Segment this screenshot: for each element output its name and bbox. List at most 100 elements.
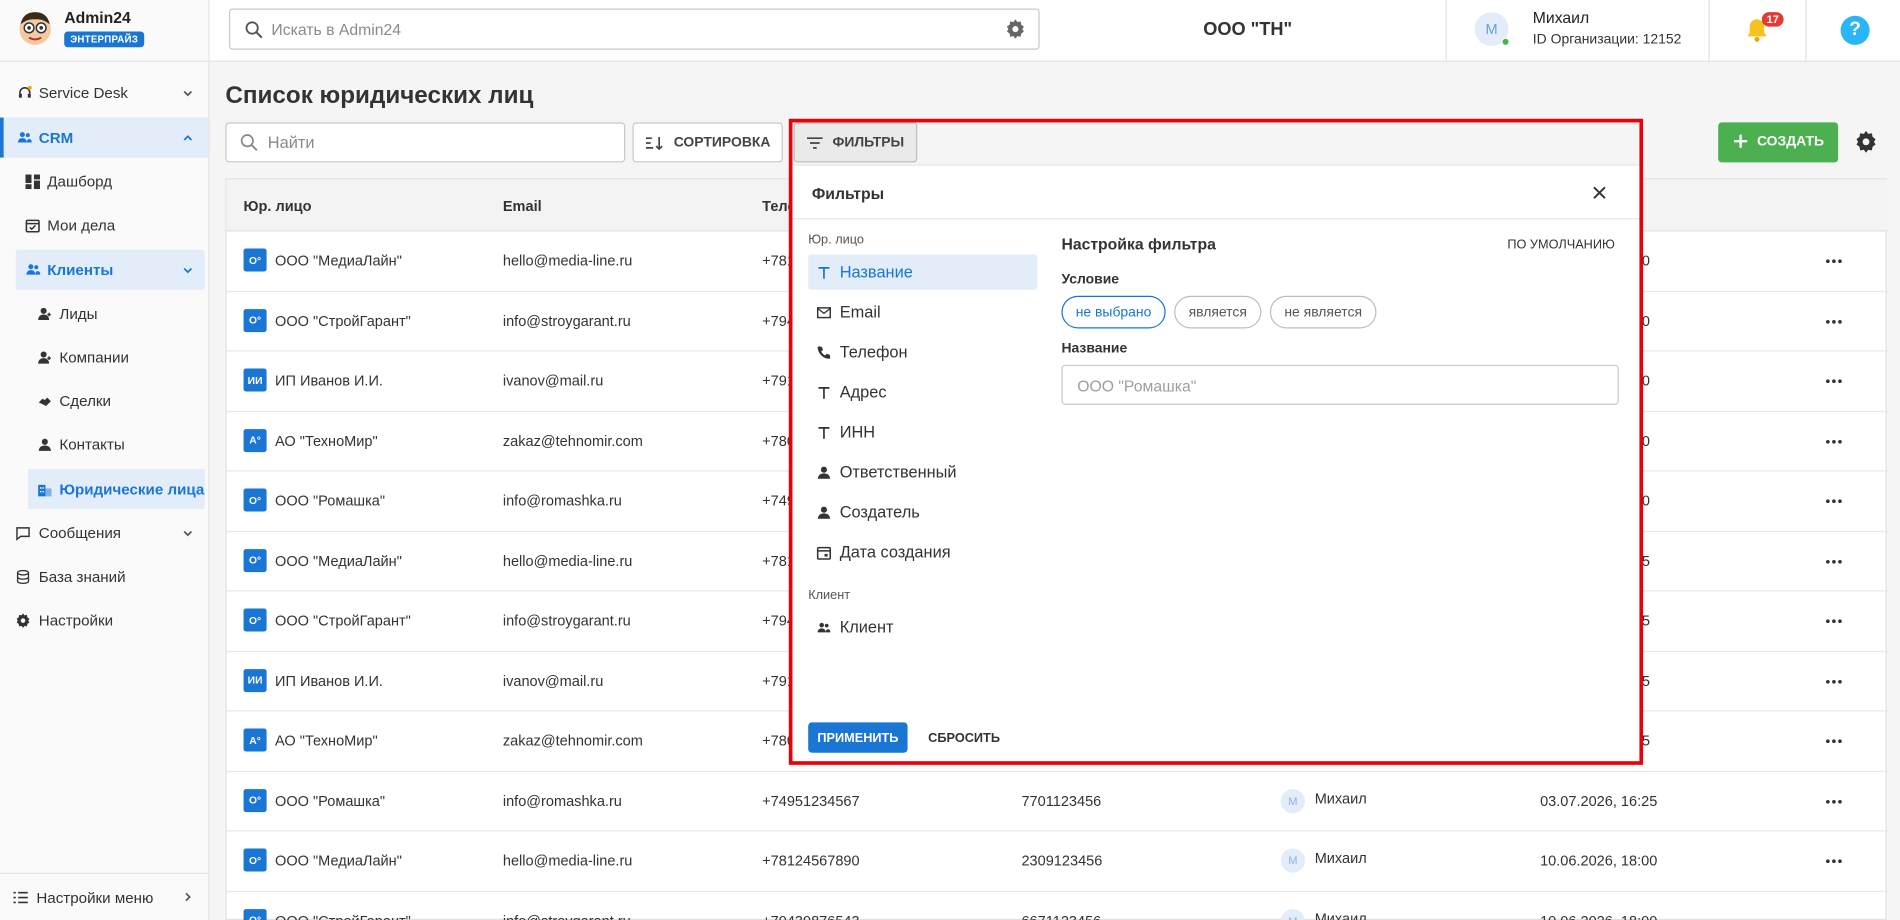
person-icon bbox=[36, 436, 53, 453]
calendar-icon bbox=[816, 545, 832, 560]
reset-to-default-button[interactable]: ПО УМОЛЧАНИЮ bbox=[1507, 238, 1615, 253]
sidebar-item-my-tasks[interactable]: Мои дела bbox=[0, 205, 208, 245]
row-more-icon[interactable] bbox=[1826, 259, 1842, 264]
row-more-icon[interactable] bbox=[1826, 859, 1842, 864]
entity-name-cell[interactable]: ООО "МедиаЛайн" bbox=[275, 552, 402, 569]
filter-field-label: Дата создания bbox=[839, 543, 951, 562]
entity-name-cell[interactable]: АО "ТехноМир" bbox=[275, 432, 378, 449]
entity-name-cell[interactable]: ООО "Ромашка" bbox=[275, 492, 385, 509]
brand[interactable]: Admin24 ЭНТЕРПРАЙЗ bbox=[0, 0, 210, 62]
filter-field-creator[interactable]: Создатель bbox=[808, 495, 1037, 530]
table-row[interactable]: О° ООО "МедиаЛайн" hello@media-line.ru +781… bbox=[226, 832, 1888, 892]
inn-cell: 2309123456 bbox=[1021, 852, 1103, 870]
sidebar-item-clients[interactable]: Клиенты bbox=[15, 249, 205, 290]
email-cell: info@romashka.ru bbox=[502, 792, 622, 810]
name-filter-input[interactable]: ООО "Ромашка" bbox=[1061, 364, 1619, 405]
filter-field-email[interactable]: Email bbox=[808, 295, 1037, 330]
search-settings-gear-icon[interactable] bbox=[1006, 19, 1025, 39]
row-more-icon[interactable] bbox=[1826, 559, 1842, 564]
sidebar-item-label: Юридические лица bbox=[59, 480, 205, 498]
sidebar-item-companies[interactable]: Компании bbox=[0, 337, 208, 377]
entity-type-badge: О° bbox=[243, 788, 267, 812]
created-date-cell: 03.07.2026, 16:25 bbox=[1540, 792, 1658, 810]
search-icon bbox=[240, 133, 258, 152]
entity-name-cell[interactable]: ООО "МедиаЛайн" bbox=[275, 252, 402, 269]
column-header-email[interactable]: Email bbox=[503, 198, 542, 215]
people-icon bbox=[817, 620, 832, 635]
organization-name[interactable]: ООО "ТН" bbox=[1203, 19, 1292, 40]
row-more-icon[interactable] bbox=[1826, 799, 1842, 804]
entity-name-cell[interactable]: ООО "СтройГарант" bbox=[275, 612, 411, 629]
row-more-icon[interactable] bbox=[1826, 379, 1842, 384]
filter-field-label: Ответственный bbox=[839, 463, 957, 482]
sidebar-item-settings[interactable]: Настройки bbox=[0, 600, 208, 640]
filter-field-created-date[interactable]: Дата создания bbox=[808, 535, 1037, 570]
entity-name-cell[interactable]: ООО "МедиаЛайн" bbox=[275, 852, 402, 869]
global-search-input[interactable]: Искать в Admin24 bbox=[229, 8, 1040, 50]
sidebar-item-crm[interactable]: CRM bbox=[0, 117, 209, 158]
sidebar-footer-menu-settings[interactable]: Настройки меню bbox=[0, 872, 209, 920]
filter-field-address[interactable]: Адрес bbox=[808, 375, 1037, 410]
reset-button[interactable]: СБРОСИТЬ bbox=[928, 731, 1000, 746]
apply-button[interactable]: ПРИМЕНИТЬ bbox=[808, 722, 908, 753]
row-more-icon[interactable] bbox=[1826, 439, 1842, 444]
filter-field-phone[interactable]: Телефон bbox=[808, 335, 1037, 370]
phone-cell: +74951234567 bbox=[762, 792, 860, 810]
sort-button[interactable]: СОРТИРОВКА bbox=[632, 122, 783, 163]
create-label: СОЗДАТЬ bbox=[1756, 134, 1825, 150]
sidebar-item-leads[interactable]: Лиды bbox=[0, 293, 208, 333]
entity-name-cell[interactable]: ООО "СтройГарант" bbox=[275, 312, 411, 329]
row-more-icon[interactable] bbox=[1826, 499, 1842, 504]
entity-type-badge: О° bbox=[243, 488, 267, 512]
row-more-icon[interactable] bbox=[1826, 679, 1842, 684]
condition-not-selected-chip[interactable]: не выбрано bbox=[1061, 295, 1166, 329]
entity-type-badge: ИИ bbox=[243, 668, 267, 692]
sidebar-item-label: Service Desk bbox=[38, 84, 129, 102]
column-header-entity[interactable]: Юр. лицо bbox=[244, 198, 312, 215]
sidebar-item-messages[interactable]: Сообщения bbox=[0, 513, 208, 553]
created-date-cell: 0 bbox=[1641, 432, 1650, 450]
entity-type-badge: А° bbox=[243, 728, 267, 752]
entity-name-cell[interactable]: ООО "СтройГарант" bbox=[275, 912, 411, 920]
create-button[interactable]: СОЗДАТЬ bbox=[1718, 122, 1839, 163]
filters-button[interactable]: ФИЛЬТРЫ bbox=[793, 122, 918, 163]
entity-name-cell[interactable]: ООО "Ромашка" bbox=[275, 792, 385, 809]
sidebar-item-legal-entities[interactable]: Юридические лица bbox=[27, 469, 205, 510]
sidebar-item-contacts[interactable]: Контакты bbox=[0, 424, 208, 464]
table-settings-gear-icon[interactable] bbox=[1855, 130, 1877, 153]
filter-field-inn[interactable]: ИНН bbox=[808, 415, 1037, 450]
row-more-icon[interactable] bbox=[1826, 319, 1842, 324]
row-more-icon[interactable] bbox=[1826, 619, 1842, 624]
sidebar-item-service-desk[interactable]: Service Desk bbox=[0, 73, 208, 113]
find-input[interactable]: Найти bbox=[225, 122, 626, 163]
filter-field-name[interactable]: Название bbox=[808, 254, 1038, 290]
filter-field-responsible[interactable]: Ответственный bbox=[808, 455, 1037, 490]
user-name[interactable]: Михаил bbox=[1533, 8, 1589, 26]
entity-name-cell[interactable]: ИП Иванов И.И. bbox=[275, 672, 383, 689]
sidebar-item-knowledge-base[interactable]: База знаний bbox=[0, 556, 208, 596]
table-row[interactable]: О° ООО "СтройГарант" info@stroygarant.ru +7… bbox=[227, 891, 1888, 920]
close-icon[interactable] bbox=[1592, 185, 1607, 200]
email-cell: zakaz@tehnomir.com bbox=[502, 732, 643, 750]
sidebar-item-deals[interactable]: Сделки bbox=[0, 381, 208, 421]
entity-type-badge: ИИ bbox=[243, 368, 267, 392]
owner-cell: Михаил bbox=[1314, 909, 1367, 920]
divider bbox=[1708, 0, 1710, 62]
entity-name-cell[interactable]: ИП Иванов И.И. bbox=[275, 372, 383, 389]
filter-field-client[interactable]: Клиент bbox=[808, 610, 1037, 645]
chevron-up-icon bbox=[182, 132, 194, 144]
sidebar-item-dashboard[interactable]: Дашборд bbox=[0, 161, 208, 201]
entity-name-cell[interactable]: АО "ТехноМир" bbox=[275, 732, 378, 749]
dashboard-icon bbox=[24, 173, 41, 190]
edition-badge: ЭНТЕРПРАЙЗ bbox=[64, 31, 145, 48]
row-more-icon[interactable] bbox=[1826, 739, 1842, 744]
condition-is-not-chip[interactable]: не является bbox=[1269, 295, 1377, 329]
table-row[interactable]: О° ООО "Ромашка" info@romashka.ru +74951234… bbox=[226, 772, 1888, 832]
condition-is-chip[interactable]: является bbox=[1174, 295, 1262, 329]
help-icon[interactable]: ? bbox=[1840, 15, 1870, 45]
text-icon bbox=[817, 425, 832, 440]
email-cell: info@stroygarant.ru bbox=[502, 312, 631, 330]
column-header-phone[interactable]: Теле bbox=[762, 198, 795, 215]
email-cell: info@stroygarant.ru bbox=[503, 912, 631, 920]
sidebar-item-label: Клиенты bbox=[47, 261, 114, 279]
